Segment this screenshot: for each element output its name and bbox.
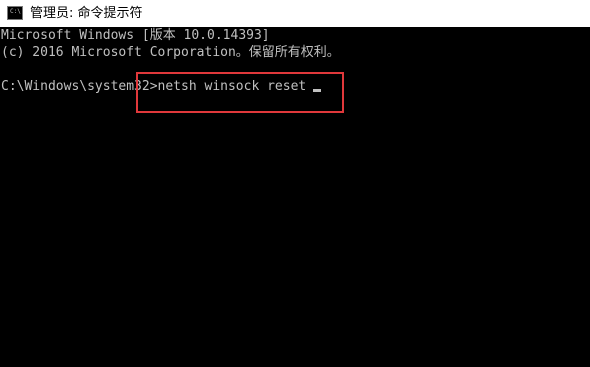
cmd-window: C:\ 管理员: 命令提示符 Microsoft Windows [版本 10.… [0, 0, 590, 367]
window-title: 管理员: 命令提示符 [30, 6, 143, 21]
cmd-icon: C:\ [7, 6, 23, 20]
cmd-icon-glyph: C:\ [10, 8, 21, 15]
command-highlight-box [136, 72, 344, 113]
console-line-version: Microsoft Windows [版本 10.0.14393] [1, 28, 270, 43]
console-line-copyright: (c) 2016 Microsoft Corporation。保留所有权利。 [1, 45, 340, 60]
title-bar[interactable]: C:\ 管理员: 命令提示符 [0, 0, 590, 27]
